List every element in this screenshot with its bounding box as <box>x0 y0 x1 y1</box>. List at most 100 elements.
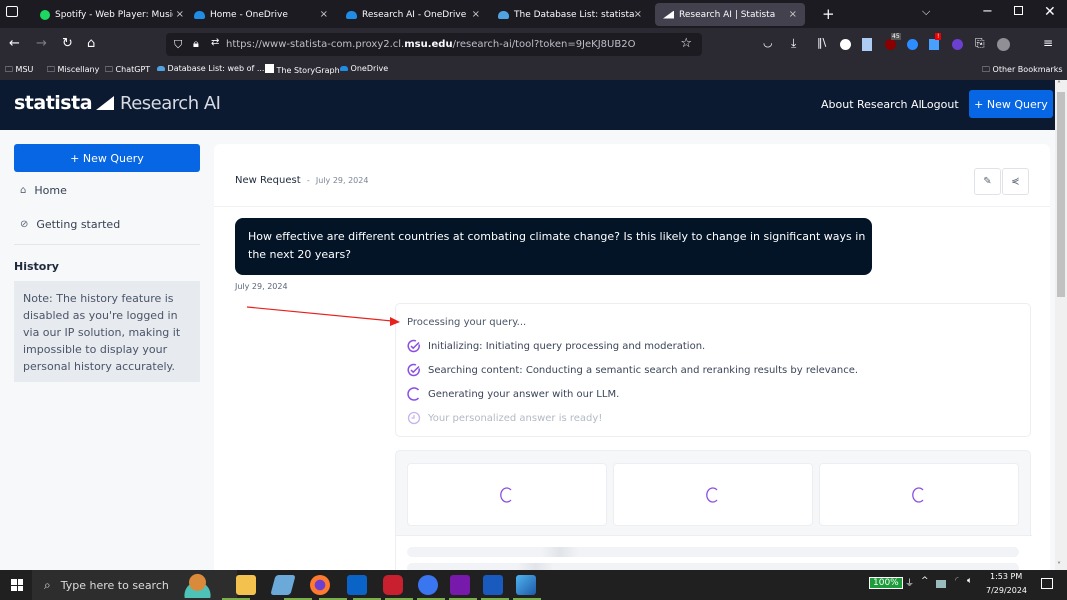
url-prefix: https://www-statista-com.proxy2.cl. <box>226 39 405 50</box>
edit-button[interactable]: ✎ <box>974 168 1001 195</box>
show-hidden-icons[interactable]: ^ <box>921 576 929 586</box>
new-tab-button[interactable]: + <box>822 5 835 23</box>
minimize-icon[interactable]: − <box>982 4 993 19</box>
tab-spotify[interactable]: Spotify - Web Player: Music for... × <box>32 3 192 26</box>
sidebar-item-home[interactable]: ⌂ Home <box>20 184 67 197</box>
reload-icon[interactable]: ↻ <box>62 36 73 51</box>
tab-list-icon[interactable] <box>6 6 18 17</box>
step-searching: Searching content: Conducting a semantic… <box>407 363 858 377</box>
notifications-icon[interactable] <box>1041 578 1053 589</box>
sidebar-new-query-button[interactable]: + New Query <box>14 144 200 172</box>
alert-badge: ! <box>935 33 942 40</box>
lock-icon[interactable]: 🔒︎ <box>193 37 199 51</box>
extension-en-icon[interactable] <box>952 39 963 50</box>
battery-indicator[interactable]: 100% <box>869 577 903 589</box>
statista-logo[interactable]: statista Research AI <box>14 92 221 114</box>
sidebar-item-getting-started[interactable]: ⊘ Getting started <box>20 218 120 231</box>
bookmark-chatgpt[interactable]: 🗀︎ ChatGPT <box>105 64 150 78</box>
scrollbar-thumb[interactable] <box>1057 92 1065 297</box>
storygraph-icon <box>265 64 274 73</box>
loading-card <box>819 463 1019 526</box>
list-all-tabs-icon[interactable]: ⌵ <box>922 5 930 19</box>
processing-status-card: Processing your query... Initializing: I… <box>395 303 1031 437</box>
tab-database-list[interactable]: The Database List: statista × <box>490 3 650 26</box>
question-date: July 29, 2024 <box>235 282 288 291</box>
bookmark-database-list[interactable]: Database List: web of ... <box>157 64 264 73</box>
header-new-query-button[interactable]: + New Query <box>969 90 1053 118</box>
home-icon: ⌂ <box>20 185 27 196</box>
extension-alert-icon[interactable] <box>929 39 939 50</box>
permissions-icon[interactable]: ⇄ <box>211 37 219 48</box>
back-icon[interactable]: ← <box>9 36 20 51</box>
close-icon[interactable]: × <box>176 9 184 20</box>
tab-label: Research AI - OneDrive <box>362 9 467 20</box>
user-question: How effective are different countries at… <box>235 218 872 275</box>
folder-icon: 🗀︎ <box>47 65 55 74</box>
statista-mark-icon <box>96 96 115 110</box>
downloads-icon[interactable]: ⤓ <box>791 36 796 51</box>
results-loading-area <box>395 450 1032 570</box>
onenote-icon[interactable] <box>450 575 470 595</box>
bookmark-label: Database List: web of ... <box>167 64 265 73</box>
signal-icon[interactable] <box>418 575 438 595</box>
extension-doc-icon[interactable] <box>862 38 872 51</box>
skeleton-area <box>396 535 1032 570</box>
home-icon[interactable]: ⌂ <box>87 36 95 51</box>
about-research-ai-link[interactable]: About Research AI <box>821 98 922 111</box>
share-button[interactable]: ⋞ <box>1002 168 1029 195</box>
tiger-widget-icon[interactable] <box>175 572 220 598</box>
scroll-up-icon[interactable]: ˄ <box>1057 80 1061 89</box>
scroll-down-icon[interactable]: ˅ <box>1057 561 1061 570</box>
logout-link[interactable]: Logout <box>921 98 959 111</box>
outlook-icon[interactable] <box>347 575 367 595</box>
firefox-icon[interactable] <box>310 575 330 595</box>
request-date: July 29, 2024 <box>315 176 369 185</box>
tab-research-ai-statista[interactable]: Research AI | Statista × <box>655 3 805 26</box>
forward-icon[interactable]: → <box>36 36 47 51</box>
vpn-icon[interactable] <box>936 580 946 588</box>
close-icon[interactable]: × <box>789 9 797 20</box>
volume-icon[interactable]: 🔈︎ <box>967 576 972 586</box>
url-domain: msu.edu <box>404 39 453 50</box>
extension-j-icon[interactable] <box>840 39 851 50</box>
clock-time[interactable]: 1:53 PM <box>990 572 1022 581</box>
url-bar[interactable]: ⛉ 🔒︎ ⇄ https://www-statista-com.proxy2.c… <box>166 33 702 56</box>
photos-icon[interactable] <box>516 575 536 595</box>
word-icon[interactable] <box>483 575 503 595</box>
zoom-ext-icon[interactable] <box>907 39 918 50</box>
onedrive-icon <box>340 66 348 71</box>
file-explorer-icon[interactable] <box>236 575 256 595</box>
loading-card <box>407 463 607 526</box>
page-scrollbar[interactable]: ˄ ˅ <box>1055 80 1067 570</box>
extensions-icon[interactable]: ⎘ <box>975 36 985 51</box>
menu-icon[interactable]: ≡ <box>1043 36 1053 50</box>
bookmark-storygraph[interactable]: The StoryGraph <box>265 64 340 75</box>
zotero-icon[interactable] <box>383 575 403 595</box>
tab-home-onedrive[interactable]: Home - OneDrive × <box>186 3 336 26</box>
close-icon[interactable]: × <box>320 9 328 20</box>
windows-start-icon[interactable] <box>11 579 23 591</box>
clock-date[interactable]: 7/29/2024 <box>986 586 1027 595</box>
other-bookmarks[interactable]: 🗀︎ Other Bookmarks <box>982 64 1063 78</box>
bookmark-star-icon[interactable]: ☆ <box>680 36 692 51</box>
wifi-icon[interactable]: ◜ <box>955 576 959 586</box>
close-icon[interactable]: × <box>472 9 480 20</box>
windows-taskbar: ⌕ Type here to search 100% ⏚ ^ ◜ 🔈︎ 1:53… <box>0 570 1067 600</box>
restore-icon[interactable] <box>1014 6 1023 15</box>
processing-title: Processing your query... <box>407 317 527 328</box>
account-icon[interactable] <box>997 38 1010 51</box>
bookmark-miscellany[interactable]: 🗀︎ Miscellany <box>47 64 99 78</box>
bookmark-onedrive[interactable]: OneDrive <box>340 64 388 73</box>
statista-icon <box>663 10 674 19</box>
ublock-icon[interactable] <box>885 39 896 50</box>
url-text[interactable]: https://www-statista-com.proxy2.cl.msu.e… <box>226 39 635 50</box>
window-close-icon[interactable]: ✕ <box>1044 4 1056 20</box>
library-icon[interactable]: ‖\ <box>817 36 826 49</box>
close-icon[interactable]: × <box>634 9 642 20</box>
shield-icon[interactable]: ⛉ <box>174 38 182 52</box>
app-icon[interactable] <box>270 575 296 595</box>
bookmark-msu[interactable]: 🗀︎ MSU <box>5 64 33 78</box>
pocket-icon[interactable]: ◡ <box>763 36 773 49</box>
site-header: statista Research AI About Research AI L… <box>0 80 1055 130</box>
tab-research-ai-onedrive[interactable]: Research AI - OneDrive × <box>338 3 488 26</box>
